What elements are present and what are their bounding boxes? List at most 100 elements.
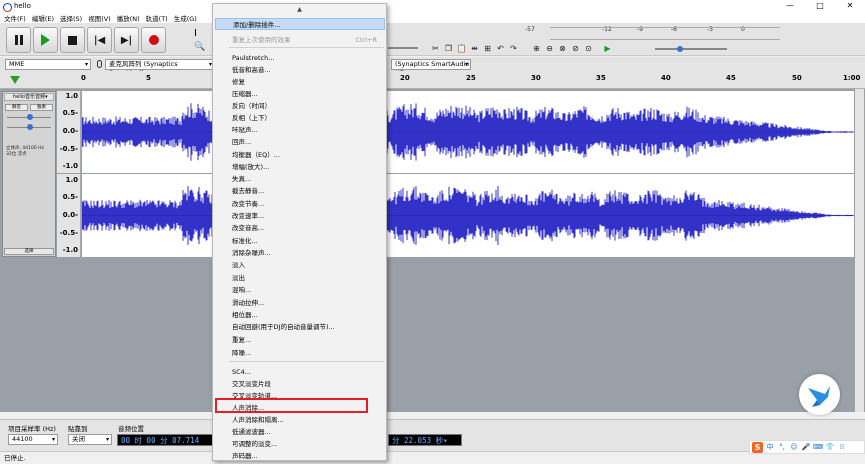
assistant-bird-icon[interactable]	[799, 374, 840, 415]
menu-item[interactable]: 降噪...	[215, 347, 385, 359]
play-at-speed-icon[interactable]: ▶	[602, 43, 613, 54]
menu-item[interactable]: 压缩器...	[215, 88, 385, 100]
sogou-icon[interactable]: S	[752, 441, 763, 453]
vertical-scrollbar[interactable]	[855, 89, 864, 412]
playback-device-select[interactable]: (Synaptics SmartAudio HD	[391, 58, 471, 77]
volume-slider-track[interactable]	[388, 47, 418, 49]
menu-edit[interactable]: 编辑(E)	[32, 13, 54, 23]
audio-host-select[interactable]: MME	[5, 58, 91, 70]
menu-item[interactable]: 均衡器（EQ）...	[215, 149, 385, 161]
menu-view[interactable]: 视图(V)	[88, 13, 111, 23]
zoom-tool-icon[interactable]: 🔍	[194, 42, 205, 52]
stop-button[interactable]	[60, 27, 85, 53]
close-button[interactable]: ✕	[835, 0, 865, 12]
menu-item[interactable]: 改变速率...	[215, 210, 385, 222]
play-head-icon[interactable]	[10, 76, 20, 84]
menu-item-label: Paulstretch...	[232, 54, 275, 62]
zoom-out-icon[interactable]: ⊖	[544, 43, 555, 54]
menu-item[interactable]: 改变音高...	[215, 222, 385, 234]
menu-item[interactable]: 相位器...	[215, 309, 385, 321]
menu-item[interactable]: 淡入	[215, 259, 385, 271]
menu-item[interactable]: 重复...	[215, 334, 385, 346]
ime-emoji-icon[interactable]: ☺	[789, 443, 799, 451]
ime-keyboard-icon[interactable]: ⌨	[813, 443, 823, 451]
waveform-channel-left[interactable]	[82, 91, 854, 173]
track-name-menu[interactable]: hello音乐音频▾	[4, 93, 54, 101]
timeline-ruler[interactable]: 0 5 20 25 30 35 40 45 50 1:00	[0, 71, 865, 89]
menu-item[interactable]: 添加/删除插件...	[215, 18, 385, 30]
menu-item-label: 失真...	[232, 175, 252, 183]
ime-chinese-mode[interactable]: 中	[765, 442, 775, 452]
recording-device-select[interactable]: 麦克风阵列 (Synaptics SmartAudio	[105, 58, 215, 77]
speed-slider-knob[interactable]	[677, 46, 683, 52]
menu-item[interactable]: 反向（时间）	[215, 100, 385, 112]
fit-project-icon[interactable]: ⊘	[570, 43, 581, 54]
menu-item[interactable]: 截去静音...	[215, 185, 385, 197]
menu-item[interactable]: 交叉淡变片段	[215, 378, 385, 390]
track-select-button[interactable]: 选择	[4, 248, 54, 255]
skip-end-button[interactable]: ▶|	[114, 27, 139, 53]
ime-punctuation-icon[interactable]: °,	[777, 443, 787, 451]
menu-item[interactable]: 咔哒声...	[215, 124, 385, 136]
pause-icon	[14, 35, 23, 45]
meter-grid-bottom	[550, 39, 780, 40]
menu-item[interactable]: 修复	[215, 76, 385, 88]
ime-voice-icon[interactable]: 🎤	[801, 443, 811, 451]
menu-item[interactable]: Paulstretch...	[215, 52, 385, 64]
selection-end-display[interactable]: 分 22.053 秒▾	[388, 434, 462, 446]
solo-button[interactable]: 独奏	[30, 104, 53, 111]
menu-scroll-up-icon[interactable]: ▲	[213, 6, 386, 13]
undo-icon[interactable]: ↶	[495, 43, 506, 54]
gain-slider-knob[interactable]	[27, 114, 33, 120]
microphone-icon	[97, 60, 102, 68]
zoom-toggle-icon[interactable]: ⊙	[583, 43, 594, 54]
menu-item[interactable]: 改变节奏...	[215, 198, 385, 210]
menu-item[interactable]: 反相（上下）	[215, 112, 385, 124]
ime-toolbox-icon[interactable]: ⁞⁞	[837, 443, 847, 451]
menu-item[interactable]: 淡出	[215, 272, 385, 284]
menu-item[interactable]: 低通滤波器...	[215, 426, 385, 438]
menu-item[interactable]: 消除杂噪声...	[215, 247, 385, 259]
pan-slider-knob[interactable]	[27, 124, 33, 130]
menu-tracks[interactable]: 轨道(T)	[146, 13, 168, 23]
trim-icon[interactable]: ⇹	[469, 43, 480, 54]
redo-icon[interactable]: ↷	[508, 43, 519, 54]
skip-start-button[interactable]: |◀	[87, 27, 112, 53]
paste-icon[interactable]: 📋	[456, 43, 467, 54]
zoom-in-icon[interactable]: ⊕	[531, 43, 542, 54]
menu-item[interactable]: 低音和高音...	[215, 64, 385, 76]
maximize-button[interactable]: □	[805, 0, 835, 12]
menu-item[interactable]: 自动回避(用于DJ的自动音量调节)...	[215, 321, 385, 333]
menu-item[interactable]: 增幅(放大)...	[215, 161, 385, 173]
minimize-button[interactable]: —	[775, 0, 805, 12]
snap-to-select[interactable]: 关闭	[68, 434, 112, 445]
mute-button[interactable]: 静音	[5, 104, 28, 111]
pause-button[interactable]	[6, 27, 31, 53]
menu-file[interactable]: 文件(F)	[4, 13, 26, 23]
copy-icon[interactable]: ❐	[443, 43, 454, 54]
menu-item[interactable]: SC4...	[215, 366, 385, 378]
silence-icon[interactable]: ⊞	[482, 43, 493, 54]
selection-tool-icon[interactable]: I	[194, 28, 197, 39]
cut-icon[interactable]: ✂	[430, 43, 441, 54]
scale-label: -0.5-	[59, 145, 78, 153]
ime-skin-icon[interactable]: 👕	[825, 443, 835, 451]
menu-item[interactable]: 失真...	[215, 173, 385, 185]
menu-item[interactable]: 滑动拉伸...	[215, 297, 385, 309]
menu-item[interactable]: 可调整的淡变...	[215, 438, 385, 450]
project-rate-select[interactable]: 44100	[8, 434, 58, 445]
waveform-channel-right[interactable]	[82, 174, 854, 257]
menu-item[interactable]: 人声消除和隔离...	[215, 414, 385, 426]
menu-item[interactable]: 回声...	[215, 136, 385, 148]
menu-generate[interactable]: 生成(G)	[174, 13, 197, 23]
menu-item[interactable]: 混响...	[215, 284, 385, 296]
play-button[interactable]	[33, 27, 58, 53]
menu-transport[interactable]: 播放(N)	[117, 13, 140, 23]
audio-position-display[interactable]: 00 时 00 分 07.714	[117, 434, 215, 446]
fit-selection-icon[interactable]: ⊗	[557, 43, 568, 54]
speed-slider-track[interactable]	[655, 48, 727, 50]
menu-item[interactable]: 声码器...	[215, 450, 385, 462]
record-button[interactable]	[141, 27, 166, 53]
menu-item[interactable]: 标准化...	[215, 235, 385, 247]
menu-select[interactable]: 选择(S)	[60, 13, 82, 23]
